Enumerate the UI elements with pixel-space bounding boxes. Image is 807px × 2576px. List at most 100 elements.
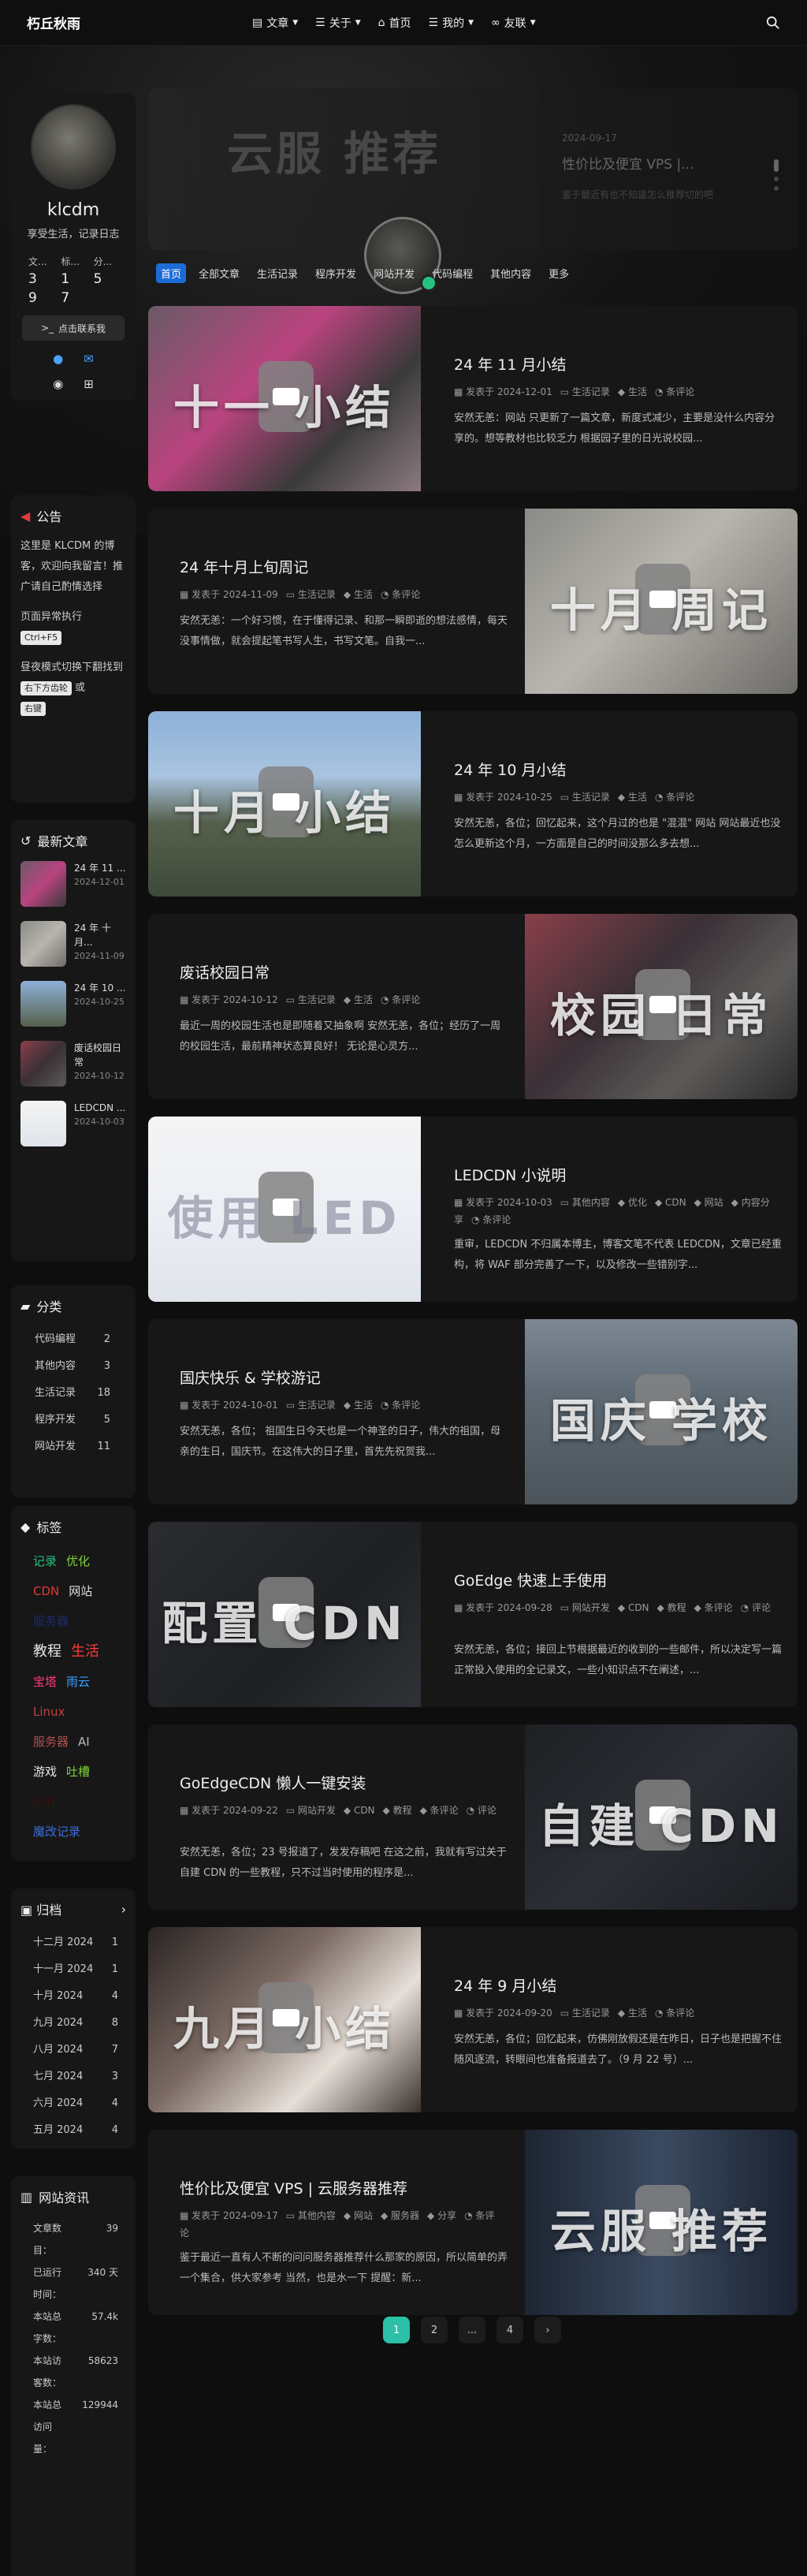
- recent-item[interactable]: LEDCDN ... 2024-10-03: [20, 1101, 126, 1146]
- post-title[interactable]: 性价比及便宜 VPS | 云服务器推荐: [180, 2177, 407, 2198]
- stat-value[interactable]: 5: [94, 271, 126, 287]
- category-item[interactable]: 代码编程 2: [20, 1326, 126, 1353]
- post-title[interactable]: 24 年十月上旬周记: [180, 556, 308, 577]
- post-title[interactable]: GoEdgeCDN 懒人一键安装: [180, 1772, 366, 1793]
- tag-link[interactable]: 宝塔: [33, 1675, 57, 1689]
- meta-cat[interactable]: ▭ 生活记录: [560, 792, 610, 803]
- meta-tag2[interactable]: ◆ 服务器: [381, 2210, 419, 2221]
- site-brand[interactable]: 朽丘秋雨: [27, 13, 80, 32]
- meta-cat[interactable]: ▭ 网站开发: [286, 1805, 336, 1816]
- recent-item[interactable]: 废话校园日常 2024-10-12: [20, 1041, 126, 1087]
- archive-item[interactable]: 六月 2024 4: [20, 2090, 126, 2117]
- post-thumbnail[interactable]: 校园 日常: [525, 914, 798, 1099]
- meta-tag3[interactable]: ◆ 分享: [427, 2210, 456, 2221]
- github-icon[interactable]: ●: [53, 352, 63, 366]
- post-thumbnail[interactable]: 云服 推荐: [525, 2130, 798, 2315]
- meta-cat[interactable]: ▭ 其他内容: [286, 2210, 336, 2221]
- meta-tag[interactable]: ◆ 生活: [618, 792, 647, 803]
- rss-icon[interactable]: ◉: [53, 377, 63, 391]
- meta-tag[interactable]: ◆ 网站: [344, 2210, 373, 2221]
- recent-item[interactable]: 24 年 11 ... 2024-12-01: [20, 861, 126, 907]
- archive-item[interactable]: 十二月 2024 1: [20, 1929, 126, 1956]
- meta-cat[interactable]: ▭ 网站开发: [560, 1602, 610, 1613]
- post-card[interactable]: 配置 CDN GoEdge 快速上手使用 ▦ 发表于 2024-09-28 ▭ 网站开…: [148, 1522, 798, 1707]
- tag-link[interactable]: AI: [78, 1735, 90, 1749]
- post-thumbnail[interactable]: 九月 小结: [148, 1927, 421, 2112]
- category-item[interactable]: 其他内容 3: [20, 1353, 126, 1380]
- post-thumbnail[interactable]: 自建 CDN: [525, 1724, 798, 1910]
- post-card[interactable]: 十一 小结 24 年 11 月小结 ▦ 发表于 2024-12-01 ▭ 生活记录 ◆ …: [148, 306, 798, 491]
- meta-cat[interactable]: ▭ 生活记录: [560, 386, 610, 397]
- post-card[interactable]: 自建 CDN GoEdgeCDN 懒人一键安装 ▦ 发表于 2024-09-22 ▭ …: [148, 1724, 798, 1910]
- post-thumbnail[interactable]: 国庆 学校: [525, 1319, 798, 1504]
- post-title[interactable]: 废话校园日常: [180, 961, 270, 982]
- post-title[interactable]: LEDCDN 小说明: [454, 1164, 566, 1185]
- nav-item-home[interactable]: ⌂ 首页: [378, 15, 411, 31]
- post-title[interactable]: GoEdge 快速上手使用: [454, 1569, 607, 1590]
- meta-tag[interactable]: ◆ 生活: [344, 589, 373, 600]
- meta-tag[interactable]: ◆ 生活: [344, 994, 373, 1005]
- post-card[interactable]: 云服 推荐 性价比及便宜 VPS | 云服务器推荐 ▦ 发表于 2024-09-17…: [148, 2130, 798, 2315]
- post-thumbnail[interactable]: 十一 小结: [148, 306, 421, 491]
- meta-tag[interactable]: ◆ 生活: [618, 386, 647, 397]
- tag-link[interactable]: 生活: [71, 1643, 99, 1660]
- recent-item[interactable]: 24 年 十月... 2024-11-09: [20, 921, 126, 967]
- meta-cat[interactable]: ▭ 生活记录: [560, 2007, 610, 2019]
- meta-tag3[interactable]: ◆ 条评论: [420, 1805, 459, 1816]
- stat-value[interactable]: 7: [61, 290, 93, 306]
- post-card[interactable]: 十月 小结 24 年 10 月小结 ▦ 发表于 2024-10-25 ▭ 生活记录 ◆ …: [148, 711, 798, 897]
- meta-cat[interactable]: ▭ 其他内容: [560, 1197, 610, 1208]
- recent-item[interactable]: 24 年 10 ... 2024-10-25: [20, 981, 126, 1027]
- tab-other[interactable]: 其他内容: [485, 263, 536, 283]
- meta-tag[interactable]: ◆ 生活: [344, 1400, 373, 1411]
- tag-link[interactable]: 雨云: [66, 1675, 90, 1689]
- page-2-button[interactable]: 2: [421, 2317, 448, 2343]
- meta-tag3[interactable]: ◆ 条评论: [694, 1602, 733, 1613]
- meta-tag[interactable]: ◆ CDN: [344, 1805, 375, 1816]
- tag-link[interactable]: 吐槽: [66, 1765, 90, 1779]
- tab-programming[interactable]: 程序开发: [311, 263, 361, 283]
- tag-link[interactable]: 教程: [33, 1643, 61, 1660]
- archive-item[interactable]: 十一月 2024 1: [20, 1956, 126, 1983]
- email-icon[interactable]: ✉: [84, 352, 94, 366]
- archive-item[interactable]: 十月 2024 4: [20, 1983, 126, 2010]
- post-title[interactable]: 24 年 11 月小结: [454, 353, 566, 375]
- sitemap-icon[interactable]: ⊞: [84, 377, 94, 391]
- nav-item-mine[interactable]: ☰ 我的 ▼: [429, 15, 474, 31]
- archive-item[interactable]: 七月 2024 3: [20, 2063, 126, 2090]
- tab-home[interactable]: 首页: [156, 263, 187, 283]
- meta-tag2[interactable]: ◆ 教程: [657, 1602, 686, 1613]
- tag-link[interactable]: 游戏: [33, 1765, 57, 1779]
- stat-value[interactable]: 1: [61, 271, 93, 287]
- tab-more[interactable]: 更多: [544, 263, 574, 283]
- tab-code[interactable]: 代码编程: [427, 263, 478, 283]
- post-thumbnail[interactable]: 使用 LED: [148, 1117, 421, 1302]
- tag-link[interactable]: Linux: [33, 1705, 65, 1719]
- post-card[interactable]: 校园 日常 废话校园日常 ▦ 发表于 2024-10-12 ▭ 生活记录 ◆ 生活 ◔ 条…: [148, 914, 798, 1099]
- archive-item[interactable]: 九月 2024 8: [20, 2010, 126, 2037]
- post-card[interactable]: 使用 LED LEDCDN 小说明 ▦ 发表于 2024-10-03 ▭ 其他内容 ◆ …: [148, 1117, 798, 1302]
- tag-link[interactable]: 记录: [33, 1554, 57, 1568]
- meta-cat[interactable]: ▭ 生活记录: [286, 994, 336, 1005]
- contact-button[interactable]: >_ 点击联系我: [22, 315, 125, 341]
- tag-link[interactable]: 优化: [66, 1554, 90, 1568]
- post-card[interactable]: 国庆 学校 国庆快乐 & 学校游记 ▦ 发表于 2024-10-01 ▭ 生活记录 ◆ …: [148, 1319, 798, 1504]
- tab-life[interactable]: 生活记录: [252, 263, 303, 283]
- nav-item-about[interactable]: ☰ 关于 ▼: [315, 15, 360, 31]
- category-item[interactable]: 程序开发 5: [20, 1407, 126, 1433]
- archive-item[interactable]: 五月 2024 4: [20, 2117, 126, 2144]
- stat-value[interactable]: 9: [28, 290, 61, 306]
- tag-link[interactable]: 服务器: [33, 1735, 69, 1749]
- meta-tag[interactable]: ◆ 优化: [618, 1197, 647, 1208]
- post-card[interactable]: 九月 小结 24 年 9 月小结 ▦ 发表于 2024-09-20 ▭ 生活记录 ◆ 生…: [148, 1927, 798, 2112]
- next-page-button[interactable]: ›: [534, 2317, 561, 2343]
- tab-web-dev[interactable]: 网站开发: [369, 263, 419, 283]
- post-thumbnail[interactable]: 配置 CDN: [148, 1522, 421, 1707]
- page-4-button[interactable]: 4: [496, 2317, 523, 2343]
- tab-all-articles[interactable]: 全部文章: [194, 263, 244, 283]
- category-item[interactable]: 网站开发 11: [20, 1433, 126, 1460]
- carousel-indicators[interactable]: [774, 159, 780, 191]
- tag-link[interactable]: 网站: [69, 1584, 92, 1598]
- category-item[interactable]: 生活记录 18: [20, 1380, 126, 1407]
- tag-link[interactable]: Ssh: [33, 1795, 54, 1809]
